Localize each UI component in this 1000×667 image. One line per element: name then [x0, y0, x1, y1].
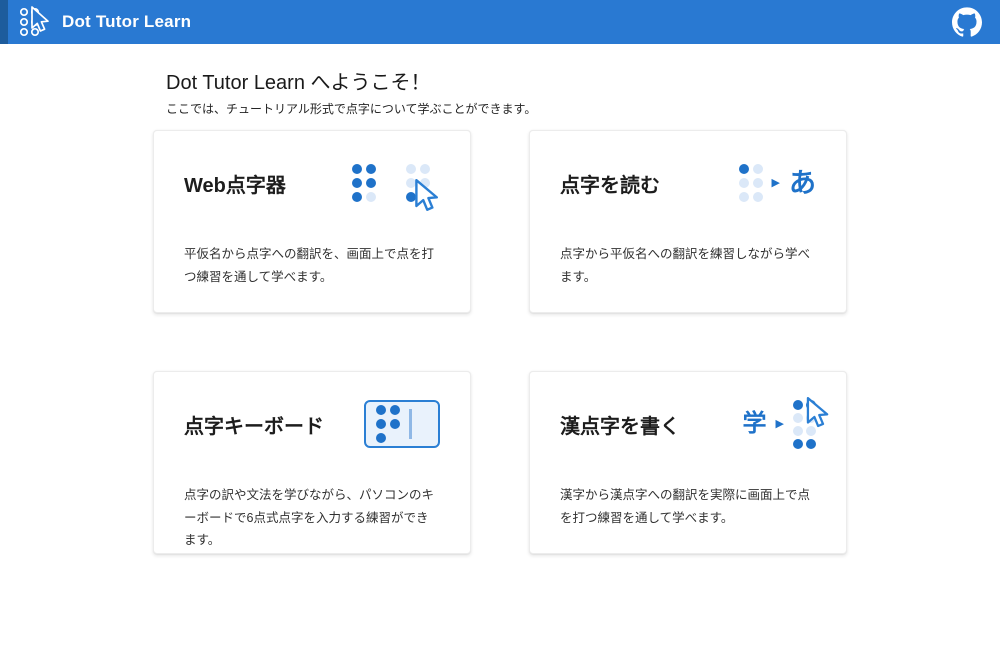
card-head: 点字キーボード [184, 372, 440, 476]
braille-dot-raised [366, 178, 376, 188]
card-description: 点字の訳や文法を学びながら、パソコンのキーボードで6点式点字を入力する練習ができ… [184, 484, 440, 552]
braille-dot-empty [420, 164, 430, 174]
braille-dot-raised [366, 164, 376, 174]
braille-to-kana-icon: ▶ あ [739, 164, 816, 202]
app-header: Dot Tutor Learn [0, 0, 1000, 44]
card-head: Web点字器 [184, 131, 440, 235]
braille-dot-empty [753, 178, 763, 188]
braille-dot-empty [390, 433, 400, 443]
card-web-tenjiki[interactable]: Web点字器 平仮名から点字への翻訳を、画面上で点を打つ練習を通して学べます。 [153, 130, 471, 313]
app-title: Dot Tutor Learn [62, 12, 191, 32]
braille-dot-raised [390, 405, 400, 415]
braille-cell [376, 405, 400, 443]
braille-cells-cursor-icon [352, 164, 440, 202]
braille-cell [352, 164, 376, 202]
page-title: Dot Tutor Learn へようこそ！ [166, 66, 847, 95]
kanji-to-braille-icon: 学 ▶ [743, 400, 816, 449]
braille-dot-raised [352, 192, 362, 202]
braille-cursor-logo-icon [17, 5, 51, 39]
braille-dot-raised [352, 178, 362, 188]
card-title: 点字キーボード [184, 410, 324, 439]
braille-dot-empty [753, 164, 763, 174]
card-description: 漢字から漢点字への翻訳を実際に画面上で点を打つ練習を通して学べます。 [560, 484, 816, 529]
braille-dot-empty [739, 192, 749, 202]
card-head: 漢点字を書く 学 ▶ [560, 372, 816, 476]
github-icon [952, 7, 982, 37]
braille-dot-empty [406, 164, 416, 174]
arrow-right-icon: ▶ [776, 419, 784, 430]
card-read-braille[interactable]: 点字を読む ▶ あ 点字から平仮名への翻訳を練習しながら学べます。 [529, 130, 847, 313]
braille-dot-raised [352, 164, 362, 174]
braille-dot-empty [739, 178, 749, 188]
app-logo-icon[interactable] [16, 4, 52, 40]
braille-cell [739, 164, 763, 202]
tutorial-card-grid: Web点字器 平仮名から点字への翻訳を、画面上で点を打つ練習を通して学べます。 … [153, 130, 847, 554]
card-title: 漢点字を書く [560, 410, 680, 439]
braille-dot-raised [793, 439, 803, 449]
github-link[interactable] [952, 7, 982, 37]
mouse-cursor-icon [802, 397, 832, 431]
braille-dot-raised [376, 419, 386, 429]
braille-dot-empty [753, 192, 763, 202]
card-write-kantenji[interactable]: 漢点字を書く 学 ▶ 漢字から漢点字への翻訳を実際に画面上で点を打つ練習を通して… [529, 371, 847, 554]
braille-dot-raised [390, 419, 400, 429]
braille-dot-empty [366, 192, 376, 202]
text-caret-icon [409, 409, 412, 439]
card-braille-keyboard[interactable]: 点字キーボード 点字の訳や文法を学びながら、パソコンのキーボードで6点式点字を入… [153, 371, 471, 554]
braille-keyboard-icon [364, 400, 440, 448]
kanji-source-char: 学 [743, 412, 767, 436]
braille-cell8-cursor [793, 400, 816, 449]
braille-dot-raised [376, 405, 386, 415]
card-description: 平仮名から点字への翻訳を、画面上で点を打つ練習を通して学べます。 [184, 243, 440, 288]
card-description: 点字から平仮名への翻訳を練習しながら学べます。 [560, 243, 816, 288]
braille-dot-raised [806, 439, 816, 449]
card-head: 点字を読む ▶ あ [560, 131, 816, 235]
header-edge-accent [0, 0, 8, 44]
card-title: Web点字器 [184, 169, 286, 198]
card-title: 点字を読む [560, 169, 660, 198]
braille-dot-raised [739, 164, 749, 174]
kana-result-char: あ [789, 170, 816, 197]
page-subtitle: ここでは、チュートリアル形式で点字について学ぶことができます。 [166, 100, 847, 117]
braille-dot-raised [376, 433, 386, 443]
main-content: Dot Tutor Learn へようこそ！ ここでは、チュートリアル形式で点字… [153, 44, 847, 554]
mouse-cursor-icon [410, 179, 442, 215]
arrow-right-icon: ▶ [772, 178, 780, 189]
